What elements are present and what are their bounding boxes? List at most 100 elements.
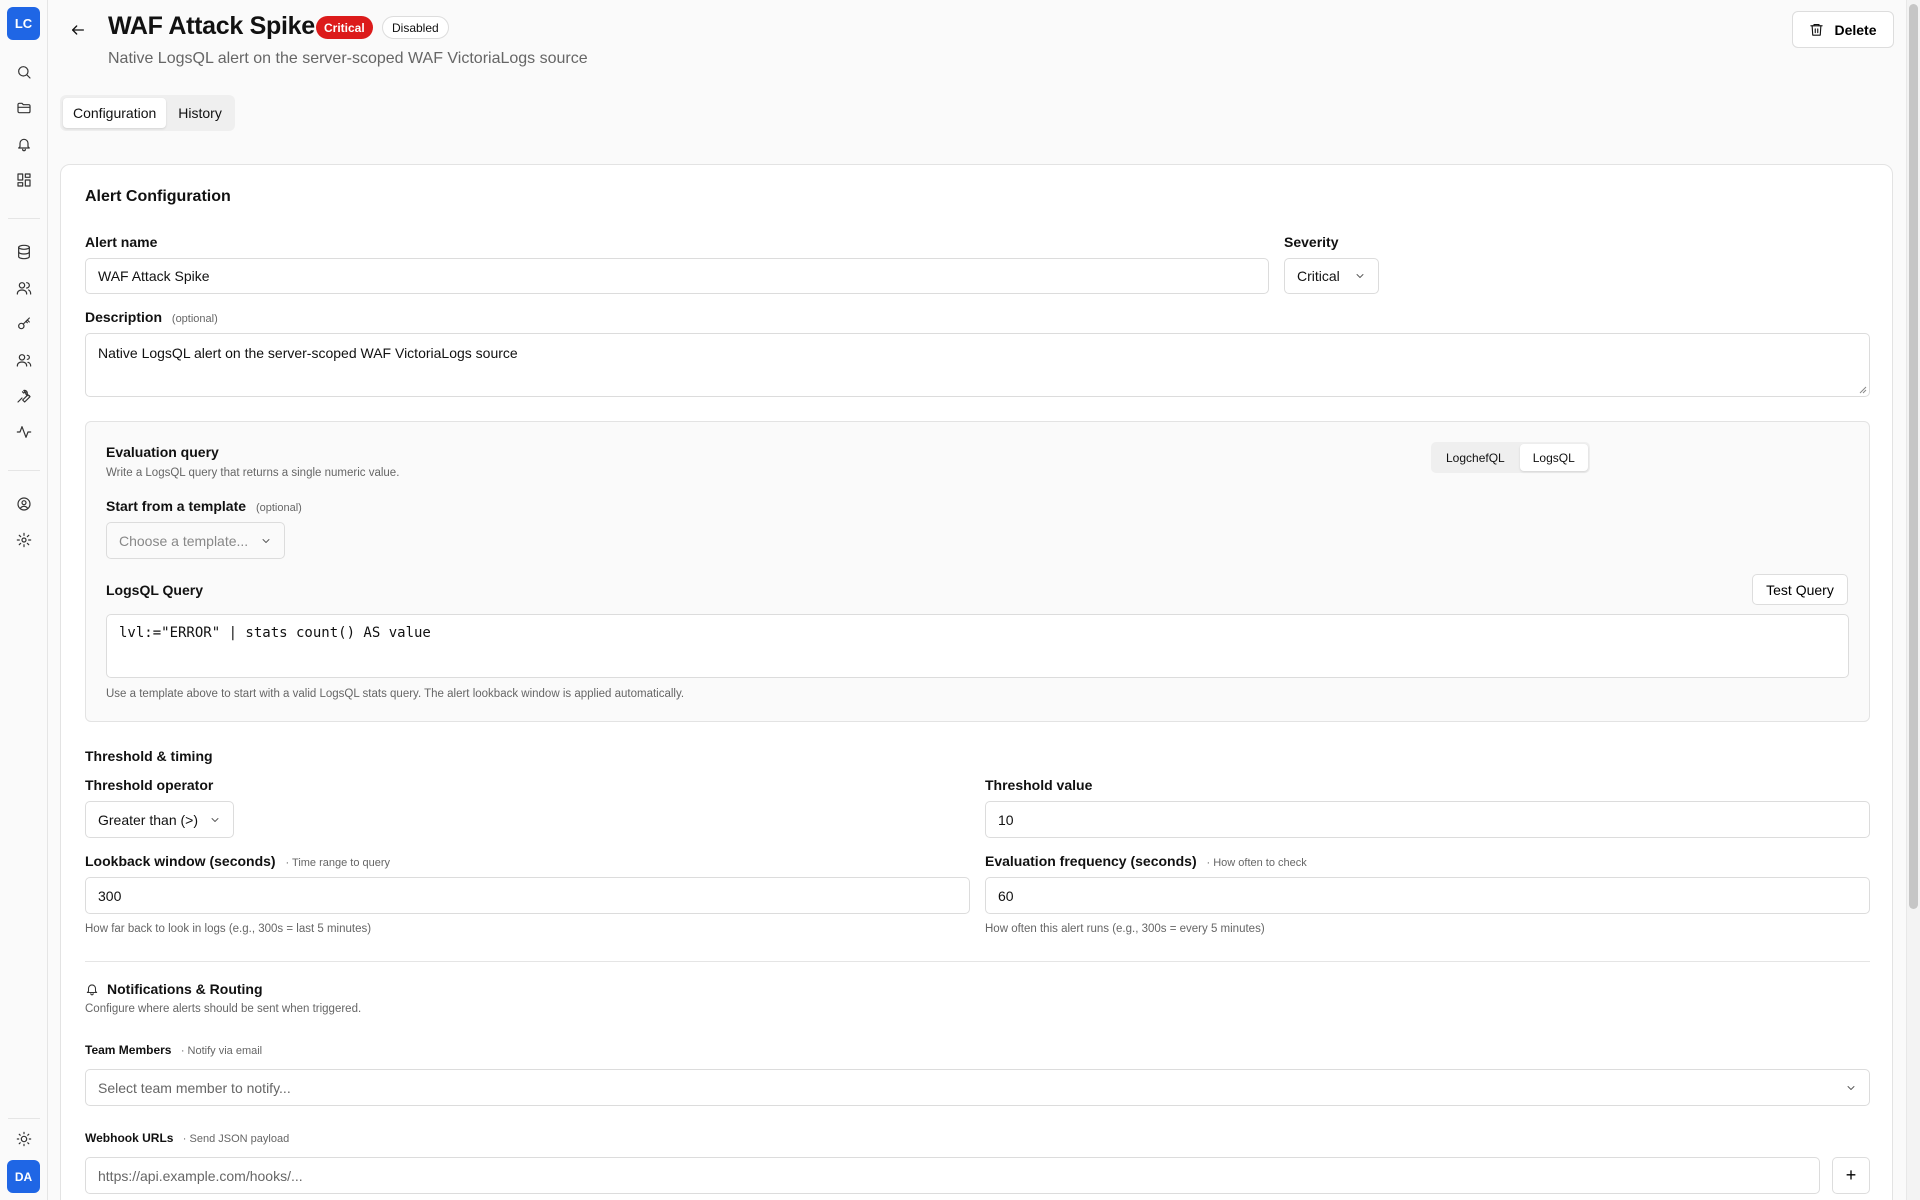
alert-name-value: WAF Attack Spike — [98, 268, 210, 284]
page-title: WAF Attack Spike — [108, 12, 315, 40]
users-icon[interactable] — [12, 276, 36, 300]
resize-handle-icon[interactable] — [1859, 386, 1867, 394]
severity-value: Critical — [1297, 268, 1340, 284]
chevron-down-icon — [262, 538, 270, 543]
template-label: Start from a template (optional) — [106, 498, 302, 514]
search-icon[interactable] — [12, 60, 36, 84]
frequency-label-text: Evaluation frequency (seconds) — [985, 853, 1197, 869]
lookback-label-text: Lookback window (seconds) — [85, 853, 276, 869]
tab-history[interactable]: History — [168, 98, 232, 128]
section-divider — [85, 961, 1870, 962]
bell-icon — [86, 984, 98, 996]
alert-configuration-card: Alert Configuration Alert name WAF Attac… — [60, 164, 1893, 1200]
threshold-operator-value: Greater than (>) — [98, 811, 198, 828]
back-button[interactable] — [66, 18, 90, 42]
tab-configuration[interactable]: Configuration — [63, 98, 167, 128]
threshold-value-label: Threshold value — [985, 777, 1093, 793]
mode-logsql[interactable]: LogsQL — [1519, 444, 1588, 471]
frequency-helper: How often this alert runs (e.g., 300s = … — [985, 923, 1265, 935]
page-scrollbar[interactable] — [1906, 0, 1920, 1200]
template-optional: (optional) — [255, 502, 302, 514]
query-label: LogsQL Query — [106, 582, 203, 598]
description-label-text: Description — [85, 309, 163, 325]
description-value: Native LogsQL alert on the server-scoped… — [98, 345, 518, 361]
notifications-title: Notifications & Routing — [107, 981, 263, 997]
logsql-query-editor[interactable]: lvl:="ERROR" | stats count() AS value — [106, 614, 1849, 678]
alert-name-label: Alert name — [85, 234, 158, 250]
webhook-url-input[interactable]: https://api.example.com/hooks/... — [85, 1157, 1820, 1194]
theme-icon[interactable] — [12, 1127, 36, 1151]
query-helper-text: Use a template above to start with a val… — [106, 688, 685, 700]
team-member-placeholder: Select team member to notify... — [98, 1079, 291, 1096]
tab-bar: Configuration History — [60, 95, 235, 131]
database-icon[interactable] — [12, 240, 36, 264]
mode-logchefql[interactable]: LogchefQL — [1433, 444, 1518, 471]
alert-name-input[interactable]: WAF Attack Spike — [85, 258, 1269, 294]
scrollbar-thumb[interactable] — [1909, 4, 1918, 909]
frequency-hint: · How often to check — [1206, 857, 1307, 869]
chevron-down-icon — [1356, 274, 1364, 278]
lookback-hint: · Time range to query — [285, 857, 391, 869]
query-text: lvl:="ERROR" | stats count() AS value — [119, 625, 431, 641]
app-logo[interactable]: LC — [7, 7, 40, 40]
description-textarea[interactable]: Native LogsQL alert on the server-scoped… — [85, 333, 1870, 397]
webhook-hint: · Send JSON payload — [182, 1133, 290, 1145]
query-mode-toggle: LogchefQL LogsQL — [1431, 442, 1590, 473]
gear-icon[interactable] — [12, 528, 36, 552]
description-optional: (optional) — [171, 313, 218, 325]
user-avatar[interactable]: DA — [7, 1160, 40, 1193]
threshold-operator-label: Threshold operator — [85, 777, 214, 793]
frequency-value: 60 — [998, 887, 1014, 904]
team-members-label: Team Members · Notify via email — [85, 1043, 262, 1057]
page-subtitle: Native LogsQL alert on the server-scoped… — [108, 50, 588, 67]
threshold-section-title: Threshold & timing — [85, 748, 213, 764]
sidebar-divider — [8, 470, 40, 471]
frequency-label: Evaluation frequency (seconds) · How oft… — [985, 853, 1307, 869]
severity-select[interactable]: Critical — [1284, 258, 1379, 294]
lookback-value: 300 — [98, 887, 122, 904]
threshold-value: 10 — [998, 811, 1014, 828]
activity-icon[interactable] — [12, 420, 36, 444]
chevron-down-icon — [211, 817, 219, 822]
team-member-select[interactable]: Select team member to notify... — [85, 1069, 1870, 1106]
account-icon[interactable] — [12, 492, 36, 516]
evaluation-query-panel: Evaluation query Write a LogsQL query th… — [85, 421, 1870, 722]
template-label-text: Start from a template — [106, 498, 247, 514]
severity-badge: Critical — [316, 16, 373, 39]
team-icon[interactable] — [12, 348, 36, 372]
notifications-subtitle: Configure where alerts should be sent wh… — [85, 1003, 362, 1015]
test-query-button[interactable]: Test Query — [1752, 574, 1848, 605]
trash-icon — [1810, 23, 1824, 36]
template-placeholder: Choose a template... — [119, 532, 249, 549]
notifications-header: Notifications & Routing — [85, 981, 263, 997]
chevron-down-icon — [1847, 1085, 1855, 1090]
wrench-icon[interactable] — [12, 384, 36, 408]
description-label: Description (optional) — [85, 309, 218, 325]
webhook-label: Webhook URLs · Send JSON payload — [85, 1131, 289, 1145]
dashboard-icon[interactable] — [12, 168, 36, 192]
webhook-placeholder: https://api.example.com/hooks/... — [98, 1167, 303, 1184]
frequency-input[interactable]: 60 — [985, 877, 1870, 914]
status-badge: Disabled — [382, 16, 449, 39]
sidebar-divider — [8, 218, 40, 219]
evaluation-subtitle: Write a LogsQL query that returns a sing… — [106, 467, 400, 479]
evaluation-title: Evaluation query — [106, 444, 219, 460]
key-icon[interactable] — [12, 312, 36, 336]
add-webhook-button[interactable]: + — [1832, 1157, 1870, 1194]
bell-icon[interactable] — [12, 132, 36, 156]
team-members-label-text: Team Members — [85, 1043, 172, 1057]
section-title: Alert Configuration — [85, 188, 231, 205]
lookback-input[interactable]: 300 — [85, 877, 970, 914]
folder-icon[interactable] — [12, 96, 36, 120]
webhook-label-text: Webhook URLs — [85, 1131, 174, 1145]
lookback-helper: How far back to look in logs (e.g., 300s… — [85, 923, 372, 935]
threshold-value-input[interactable]: 10 — [985, 801, 1870, 838]
severity-label: Severity — [1284, 234, 1339, 250]
delete-label: Delete — [1834, 21, 1877, 38]
delete-button[interactable]: Delete — [1792, 11, 1894, 48]
arrow-left-icon — [72, 25, 84, 35]
threshold-operator-select[interactable]: Greater than (>) — [85, 801, 234, 838]
template-select[interactable]: Choose a template... — [106, 522, 285, 559]
sidebar: LC DA — [0, 0, 48, 1200]
lookback-label: Lookback window (seconds) · Time range t… — [85, 853, 390, 869]
